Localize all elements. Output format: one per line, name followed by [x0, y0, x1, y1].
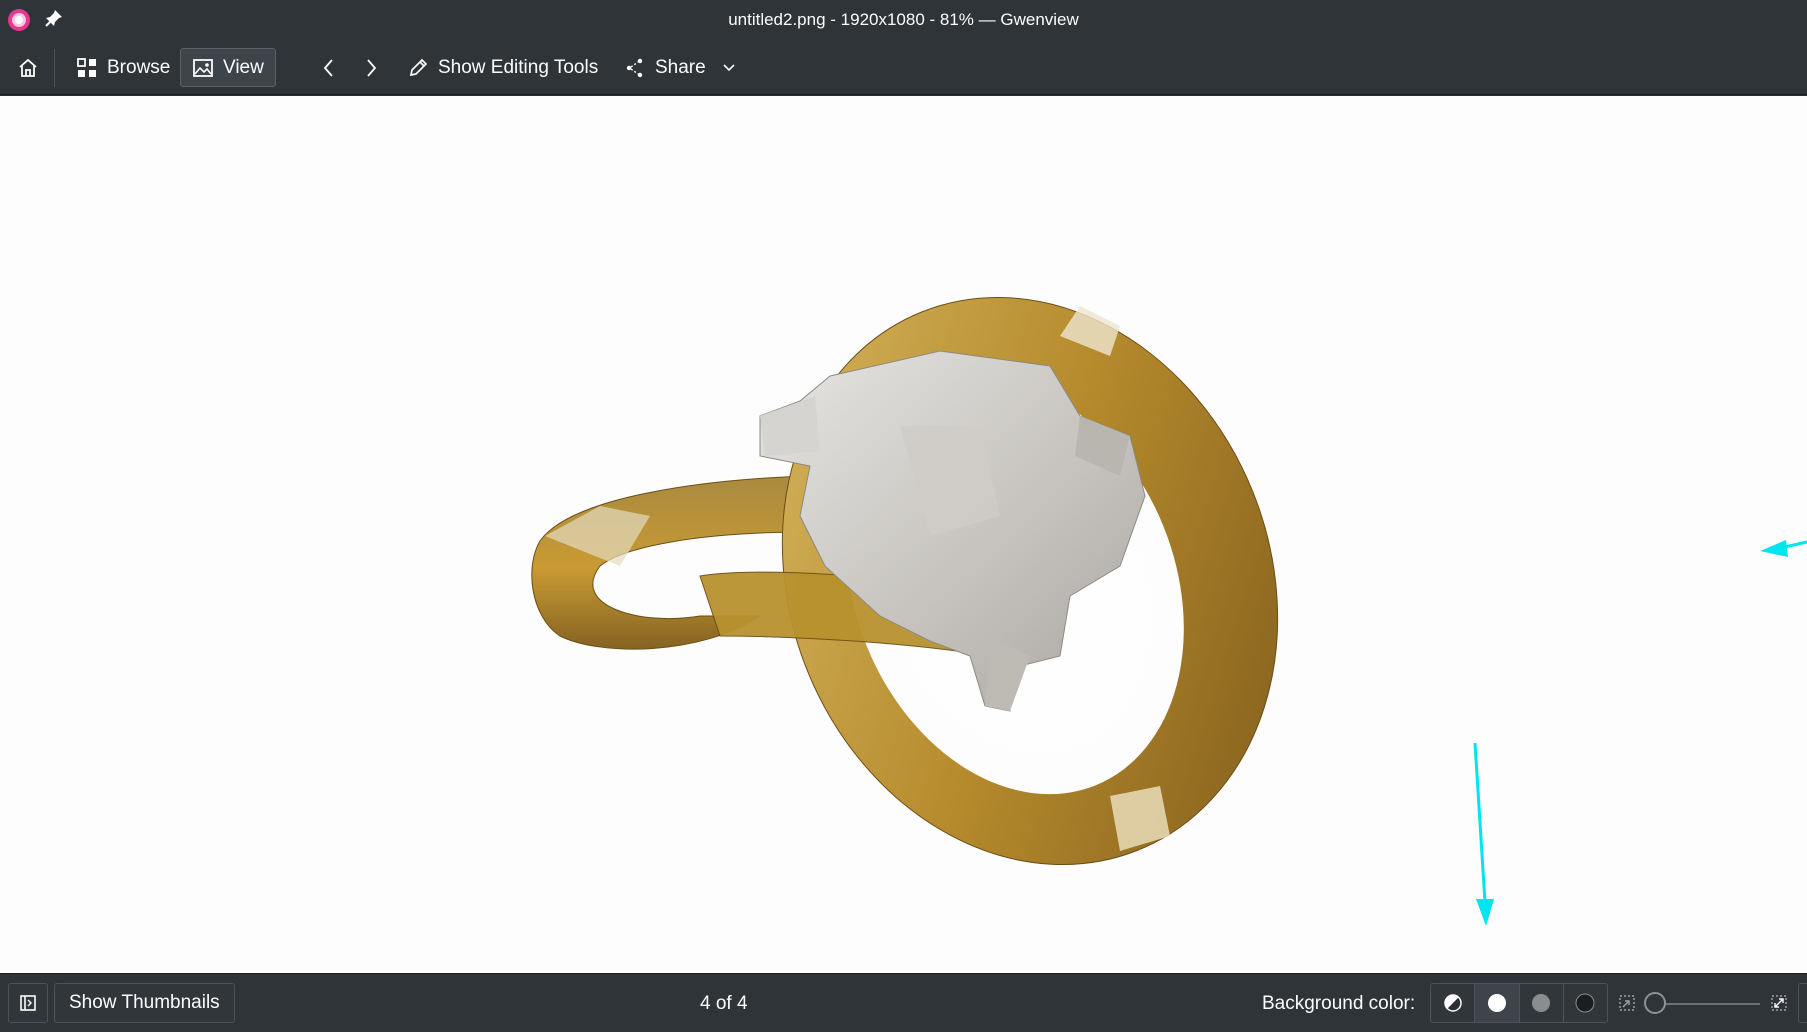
background-color-selector — [1430, 983, 1608, 1023]
browse-label: Browse — [107, 56, 171, 78]
pencil-icon — [409, 58, 428, 76]
browse-button[interactable]: Browse — [64, 48, 182, 87]
background-grey-option[interactable] — [1520, 984, 1564, 1022]
next-button[interactable] — [354, 48, 388, 87]
image-position-text: 4 of 4 — [700, 993, 748, 1014]
chevron-down-icon — [723, 63, 735, 71]
annotation-arrow-down — [1473, 742, 1494, 926]
title-bar: untitled2.png - 1920x1080 - 81% — Gwenvi… — [0, 0, 1807, 40]
show-thumbnails-button[interactable]: Show Thumbnails — [54, 983, 235, 1023]
view-button[interactable]: View — [180, 48, 276, 87]
status-bar: Show Thumbnails 4 of 4 Background color: — [0, 973, 1807, 1032]
previous-button[interactable] — [312, 48, 346, 87]
share-label: Share — [655, 56, 706, 78]
toolbar-separator — [54, 49, 55, 87]
image-viewport[interactable] — [0, 96, 1807, 973]
auto-color-icon — [1443, 994, 1462, 1012]
zoom-out-icon[interactable] — [1618, 994, 1636, 1012]
chevron-right-icon — [367, 58, 377, 77]
background-black-option[interactable] — [1564, 984, 1607, 1022]
window-title: untitled2.png - 1920x1080 - 81% — Gwenvi… — [728, 10, 1079, 29]
statusbar-overflow-edge — [1798, 983, 1807, 1023]
annotation-arrow-left — [1760, 540, 1807, 557]
background-white-option[interactable] — [1475, 984, 1520, 1022]
zoom-slider-handle[interactable] — [1644, 992, 1666, 1014]
sidebar-toggle-button[interactable] — [8, 983, 48, 1023]
share-button[interactable]: Share — [612, 48, 749, 87]
home-button[interactable] — [7, 48, 49, 87]
black-color-icon — [1575, 993, 1595, 1013]
main-toolbar: Browse View Show Editing Tools Share — [0, 40, 1807, 95]
grid-icon — [77, 57, 96, 77]
share-icon — [626, 58, 643, 77]
show-editing-tools-button[interactable]: Show Editing Tools — [395, 48, 610, 87]
image-icon — [193, 58, 213, 77]
show-editing-tools-label: Show Editing Tools — [438, 56, 599, 78]
zoom-to-fit-icon[interactable] — [1770, 994, 1788, 1012]
grey-color-icon — [1532, 994, 1551, 1012]
white-color-icon — [1487, 994, 1506, 1012]
home-icon — [19, 58, 37, 77]
3d-render-image — [531, 296, 1807, 926]
chevron-left-icon — [323, 58, 333, 77]
background-auto-option[interactable] — [1431, 984, 1476, 1022]
sidebar-toggle-icon — [20, 995, 36, 1011]
background-color-label: Background color: — [1262, 993, 1416, 1014]
view-label: View — [223, 56, 264, 78]
